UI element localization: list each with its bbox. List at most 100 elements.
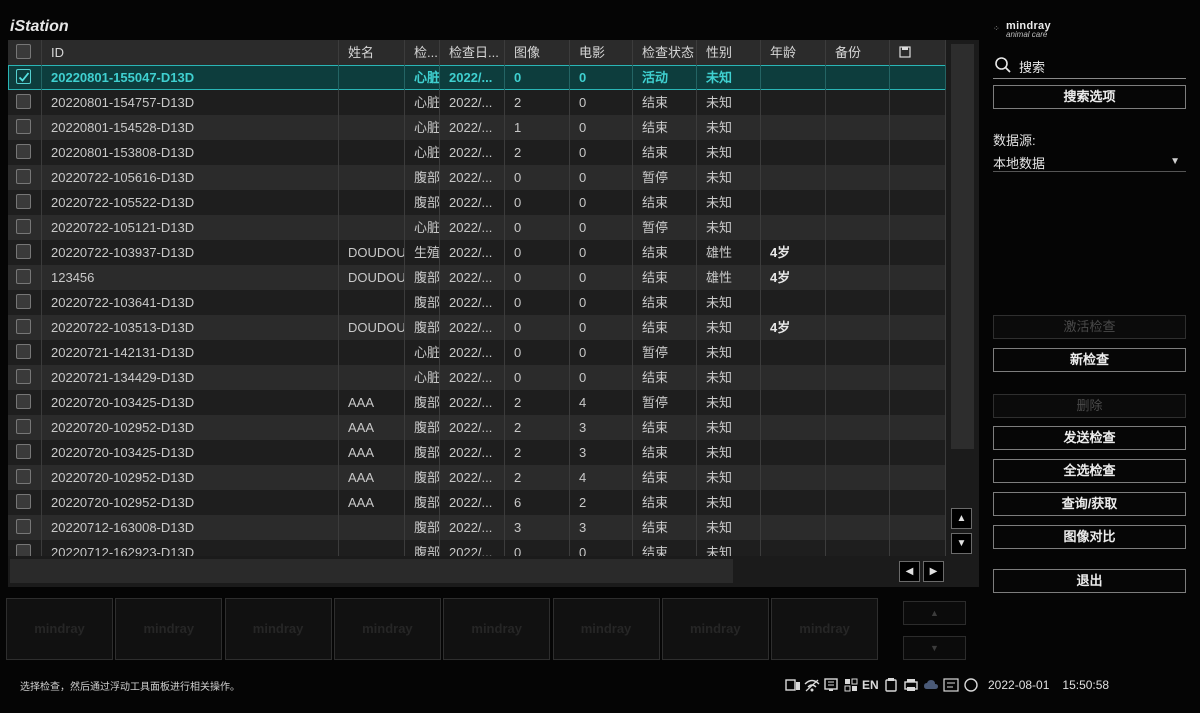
row-checkbox[interactable] <box>16 519 31 534</box>
table-row[interactable]: 20220722-105616-D13D 腹部 2022/... 0 0 暂停 未知 <box>8 165 946 190</box>
cell-age <box>761 190 826 215</box>
row-checkbox[interactable] <box>16 294 31 309</box>
activate-exam-button[interactable]: 激活检查 <box>993 315 1186 339</box>
table-row[interactable]: 20220720-102952-D13D AAA 腹部 2022/... 2 4 结束 未知 <box>8 465 946 490</box>
column-header[interactable]: 检查日... <box>440 40 505 65</box>
row-checkbox[interactable] <box>16 244 31 259</box>
table-row[interactable]: 20220720-102952-D13D AAA 腹部 2022/... 6 2 结束 未知 <box>8 490 946 515</box>
cloud-icon[interactable] <box>923 676 939 694</box>
thumbnail-slot[interactable]: mindray <box>6 598 113 660</box>
select-all-checkbox[interactable] <box>16 44 31 59</box>
cell-spacer <box>890 490 946 515</box>
storage-icon[interactable] <box>785 676 801 694</box>
printer-icon[interactable] <box>903 676 919 694</box>
cell-images: 2 <box>505 390 570 415</box>
thumbnail-slot[interactable]: mindray <box>115 598 223 660</box>
row-checkbox[interactable] <box>16 369 31 384</box>
scroll-down-button[interactable]: ▼ <box>951 533 972 554</box>
datasource-select[interactable]: 本地数据 ▼ <box>993 152 1186 172</box>
horizontal-scrollbar[interactable] <box>10 559 733 583</box>
column-header[interactable]: ID <box>42 40 339 65</box>
send-exam-button[interactable]: 发送检查 <box>993 426 1186 450</box>
thumbnail-down-button[interactable]: ▼ <box>903 636 966 660</box>
row-checkbox[interactable] <box>16 94 31 109</box>
network-icon[interactable] <box>823 676 839 694</box>
table-row[interactable]: 20220801-155047-D13D 心脏 2022/... 0 0 活动 未知 <box>8 65 946 90</box>
scroll-left-button[interactable]: ◀ <box>899 561 920 582</box>
search-field[interactable]: 搜索 <box>993 54 1186 79</box>
cell-exam: 心脏 <box>405 65 440 90</box>
usb-icon[interactable] <box>884 676 898 694</box>
thumbnail-slot[interactable]: mindray <box>224 598 332 660</box>
thumbnail-slot[interactable]: mindray <box>771 598 879 660</box>
column-header[interactable]: 姓名 <box>339 40 405 65</box>
table-row[interactable]: 20220801-153808-D13D 心脏 2022/... 2 0 结束 未知 <box>8 140 946 165</box>
query-retrieve-button[interactable]: 查询/获取 <box>993 492 1186 516</box>
row-checkbox[interactable] <box>16 344 31 359</box>
scroll-up-button[interactable]: ▲ <box>951 508 972 529</box>
vertical-scrollbar[interactable] <box>951 44 974 449</box>
print-queue-icon[interactable] <box>843 676 859 694</box>
table-row[interactable]: 123456 DOUDOU 腹部 2022/... 0 0 结束 雄性 4岁 <box>8 265 946 290</box>
table-row[interactable]: 20220721-142131-D13D 心脏 2022/... 0 0 暂停 未知 <box>8 340 946 365</box>
row-checkbox[interactable] <box>16 144 31 159</box>
thumbnail-slot[interactable]: mindray <box>333 598 441 660</box>
table-row[interactable]: 20220722-105121-D13D 心脏 2022/... 0 0 暂停 未知 <box>8 215 946 240</box>
table-row[interactable]: 20220712-162923-D13D 腹部 2022/... 0 0 结束 未知 <box>8 540 946 556</box>
table-row[interactable]: 20220712-163008-D13D 腹部 2022/... 3 3 结束 未知 <box>8 515 946 540</box>
save-column-header[interactable] <box>890 40 946 65</box>
scroll-right-button[interactable]: ▶ <box>923 561 944 582</box>
row-checkbox[interactable] <box>16 544 31 556</box>
row-checkbox[interactable] <box>16 394 31 409</box>
table-row[interactable]: 20220720-103425-D13D AAA 腹部 2022/... 2 3 结束 未知 <box>8 440 946 465</box>
exit-button[interactable]: 退出 <box>993 569 1186 593</box>
row-checkbox[interactable] <box>16 119 31 134</box>
language-indicator[interactable]: EN <box>862 676 879 694</box>
row-checkbox[interactable] <box>16 444 31 459</box>
row-checkbox[interactable] <box>16 469 31 484</box>
table-row[interactable]: 20220720-102952-D13D AAA 腹部 2022/... 2 3 结束 未知 <box>8 415 946 440</box>
cell-spacer <box>890 240 946 265</box>
table-row[interactable]: 20220722-103937-D13D DOUDOU 生殖 2022/... 0 0 结束… <box>8 240 946 265</box>
thumbnail-slot[interactable]: mindray <box>443 598 551 660</box>
table-row[interactable]: 20220722-103641-D13D 腹部 2022/... 0 0 结束 未知 <box>8 290 946 315</box>
thumbnail-up-button[interactable]: ▲ <box>903 601 966 625</box>
row-checkbox[interactable] <box>16 169 31 184</box>
thumbnail-slot[interactable]: mindray <box>552 598 660 660</box>
column-header[interactable]: 电影 <box>570 40 633 65</box>
triangle-down-icon: ▼ <box>956 538 967 549</box>
row-checkbox[interactable] <box>16 69 31 84</box>
cell-age <box>761 465 826 490</box>
row-checkbox[interactable] <box>16 194 31 209</box>
table-row[interactable]: 20220722-105522-D13D 腹部 2022/... 0 0 结束 未知 <box>8 190 946 215</box>
select-all-button[interactable]: 全选检查 <box>993 459 1186 483</box>
column-header[interactable]: 年龄 <box>761 40 826 65</box>
column-header[interactable]: 备份 <box>826 40 890 65</box>
search-options-button[interactable]: 搜索选项 <box>993 85 1186 109</box>
table-row[interactable]: 20220801-154528-D13D 心脏 2022/... 1 0 结束 未知 <box>8 115 946 140</box>
row-checkbox[interactable] <box>16 219 31 234</box>
new-exam-button[interactable]: 新检查 <box>993 348 1186 372</box>
cell-sex: 未知 <box>697 165 761 190</box>
row-checkbox[interactable] <box>16 269 31 284</box>
cell-sex: 未知 <box>697 90 761 115</box>
row-checkbox[interactable] <box>16 494 31 509</box>
row-checkbox[interactable] <box>16 419 31 434</box>
row-checkbox[interactable] <box>16 319 31 334</box>
table-row[interactable]: 20220801-154757-D13D 心脏 2022/... 2 0 结束 未知 <box>8 90 946 115</box>
checkbox-cell <box>8 515 42 540</box>
column-header[interactable]: 检... <box>405 40 440 65</box>
power-status-icon[interactable] <box>963 676 979 694</box>
cell-images: 0 <box>505 215 570 240</box>
table-row[interactable]: 20220721-134429-D13D 心脏 2022/... 0 0 结束 未知 <box>8 365 946 390</box>
image-compare-button[interactable]: 图像对比 <box>993 525 1186 549</box>
column-header[interactable]: 图像 <box>505 40 570 65</box>
column-header[interactable]: 检查状态 <box>633 40 697 65</box>
transfer-icon[interactable] <box>943 676 959 694</box>
wifi-off-icon[interactable] <box>804 676 820 694</box>
table-row[interactable]: 20220722-103513-D13D DOUDOU 腹部 2022/... 0 0 结束… <box>8 315 946 340</box>
column-header[interactable]: 性别 <box>697 40 761 65</box>
thumbnail-slot[interactable]: mindray <box>661 598 769 660</box>
table-row[interactable]: 20220720-103425-D13D AAA 腹部 2022/... 2 4 暂停 未知 <box>8 390 946 415</box>
delete-button[interactable]: 删除 <box>993 394 1186 418</box>
